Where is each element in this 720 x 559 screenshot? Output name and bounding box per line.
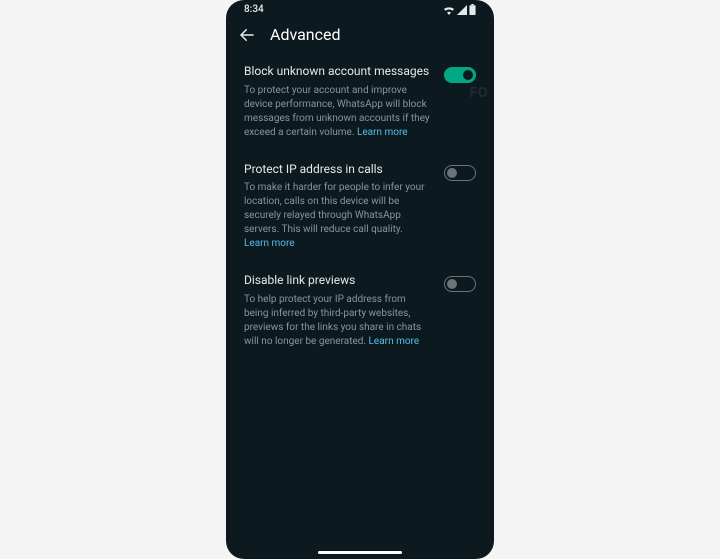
- arrow-left-icon: [238, 26, 256, 44]
- setting-protect-ip[interactable]: Protect IP address in calls To make it h…: [244, 162, 476, 252]
- toggle-disable-previews[interactable]: [444, 276, 476, 292]
- setting-text: Disable link previews To help protect yo…: [244, 273, 444, 349]
- setting-description: To protect your account and improve devi…: [244, 84, 432, 140]
- setting-title: Protect IP address in calls: [244, 162, 432, 178]
- back-button[interactable]: [238, 26, 256, 44]
- setting-description: To help protect your IP address from bei…: [244, 293, 432, 349]
- setting-description: To make it harder for people to infer yo…: [244, 181, 432, 251]
- status-icons: [443, 4, 476, 15]
- setting-block-unknown[interactable]: Block unknown account messages To protec…: [244, 64, 476, 140]
- battery-icon: [469, 4, 476, 15]
- page-title: Advanced: [270, 25, 341, 44]
- toggle-knob: [447, 168, 457, 178]
- nav-handle[interactable]: [318, 551, 402, 554]
- signal-icon: [457, 5, 467, 15]
- toggle-knob: [447, 279, 457, 289]
- toggle-protect-ip[interactable]: [444, 165, 476, 181]
- status-bar: 8:34: [226, 0, 494, 17]
- learn-more-link[interactable]: Learn more: [369, 336, 420, 347]
- setting-title: Disable link previews: [244, 273, 432, 289]
- learn-more-link[interactable]: Learn more: [244, 238, 295, 249]
- setting-text: Protect IP address in calls To make it h…: [244, 162, 444, 252]
- setting-title: Block unknown account messages: [244, 64, 432, 80]
- toggle-knob: [463, 70, 473, 80]
- phone-frame: FO 8:34 Advanced Block unknown account m…: [226, 0, 494, 559]
- setting-disable-previews[interactable]: Disable link previews To help protect yo…: [244, 273, 476, 349]
- status-time: 8:34: [244, 4, 264, 15]
- app-bar: Advanced: [226, 17, 494, 56]
- settings-list: Block unknown account messages To protec…: [226, 56, 494, 349]
- setting-text: Block unknown account messages To protec…: [244, 64, 444, 140]
- wifi-icon: [443, 5, 455, 15]
- learn-more-link[interactable]: Learn more: [357, 127, 408, 138]
- toggle-block-unknown[interactable]: [444, 67, 476, 83]
